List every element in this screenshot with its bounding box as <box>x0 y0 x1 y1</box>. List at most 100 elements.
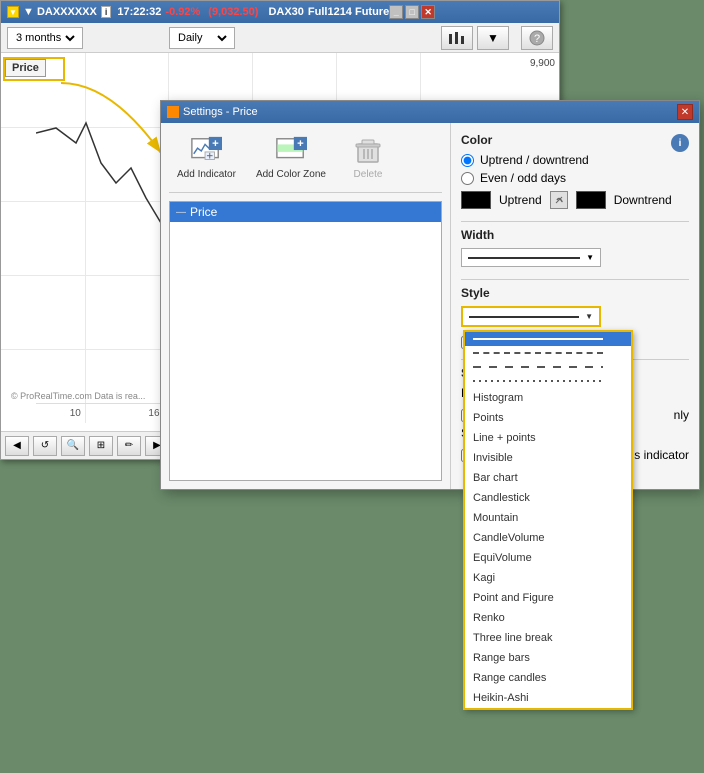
width-title: Width <box>461 228 494 242</box>
info-badge[interactable]: i <box>101 6 112 18</box>
uptrend-label: Uptrend / downtrend <box>480 153 589 167</box>
settings-titlebar: Settings - Price ✕ <box>161 101 699 123</box>
dropdown-heikin-ashi[interactable]: Heikin-Ashi <box>465 688 631 708</box>
downtrend-color-label: Downtrend <box>614 193 672 207</box>
dropdown-point-figure[interactable]: Point and Figure <box>465 588 631 608</box>
uptrend-swatch[interactable] <box>461 191 491 209</box>
heikin-ashi-label: Heikin-Ashi <box>473 692 529 704</box>
zoom-btn[interactable]: 🔍 <box>61 436 85 456</box>
dropdown-bar-chart[interactable]: Bar chart <box>465 468 631 488</box>
back-btn[interactable]: ◀ <box>5 436 29 456</box>
line-points-label: Line + points <box>473 432 536 444</box>
minimize-btn[interactable]: _ <box>389 5 403 19</box>
uptrend-radio[interactable] <box>461 154 474 167</box>
renko-label: Renko <box>473 612 505 624</box>
svg-text:+: + <box>297 138 304 150</box>
evenodd-label: Even / odd days <box>480 171 566 185</box>
width-select[interactable]: ▼ <box>461 248 601 267</box>
dashed2-icon <box>473 366 603 368</box>
style-title: Style <box>461 286 490 300</box>
point-figure-label: Point and Figure <box>473 592 554 604</box>
dropdown-invisible[interactable]: Invisible <box>465 448 631 468</box>
dropdown-equivolume[interactable]: EquiVolume <box>465 548 631 568</box>
kagi-label: Kagi <box>473 572 495 584</box>
points-label: Points <box>473 412 504 424</box>
evenodd-radio[interactable] <box>461 172 474 185</box>
interval-select[interactable]: Daily Weekly <box>169 27 235 49</box>
add-color-zone-button[interactable]: + Add Color Zone <box>248 131 334 184</box>
add-color-zone-icon: + <box>275 135 307 167</box>
dropdown-solid[interactable] <box>465 332 631 346</box>
fwd-btn[interactable]: ↺ <box>33 436 57 456</box>
width-line-preview <box>468 257 580 259</box>
link-icon[interactable] <box>550 191 568 209</box>
evenodd-radio-row: Even / odd days <box>461 171 689 185</box>
axis-10: 10 <box>70 408 81 419</box>
color-info-btn[interactable]: i <box>671 134 689 152</box>
settings-close[interactable]: ✕ <box>677 104 693 120</box>
dropdown-three-line[interactable]: Three line break <box>465 628 631 648</box>
color-swatches-row: Uptrend Downtrend <box>461 191 689 209</box>
width-section: Width ▼ <box>461 228 689 267</box>
dropdown-range-bars[interactable]: Range bars <box>465 648 631 668</box>
add-color-zone-label: Add Color Zone <box>256 169 326 180</box>
histogram-label: Histogram <box>473 392 523 404</box>
settings-left-panel: + Add Indicator <box>161 123 451 489</box>
settings-title: Settings - Price <box>183 106 258 118</box>
chart-time: 17:22:32 <box>117 6 161 18</box>
maximize-btn[interactable]: □ <box>405 5 419 19</box>
chart-icon: ▼ <box>7 6 19 18</box>
delete-button[interactable]: Delete <box>338 131 398 184</box>
window-controls: _ □ ✕ <box>389 5 435 19</box>
period-select[interactable]: 3 months 1 month 6 months <box>7 27 83 49</box>
price-value: (9,032.50) <box>208 6 258 18</box>
dropdown-points[interactable]: Points <box>465 408 631 428</box>
extra-btn[interactable]: ? <box>521 26 553 50</box>
dropdown-line-points[interactable]: Line + points <box>465 428 631 448</box>
dropdown-dashed1[interactable] <box>465 346 631 360</box>
info-icon: i <box>679 138 682 149</box>
item-bullet: — <box>176 207 186 218</box>
dropdown-histogram[interactable]: Histogram <box>465 388 631 408</box>
item-price[interactable]: — Price <box>170 202 441 222</box>
dropdown-range-candles[interactable]: Range candles <box>465 668 631 688</box>
chart-type-btn[interactable] <box>441 26 473 50</box>
range-candles-label: Range candles <box>473 672 546 684</box>
width-dropdown-arrow: ▼ <box>586 253 594 262</box>
dropdown-kagi[interactable]: Kagi <box>465 568 631 588</box>
style-dropdown-menu: Histogram Points Line + points Invisible… <box>463 330 633 710</box>
axis-16: 16 <box>148 408 159 419</box>
grid-btn[interactable]: ⊞ <box>89 436 113 456</box>
add-indicator-button[interactable]: + Add Indicator <box>169 131 244 184</box>
draw-btn[interactable]: ✏ <box>117 436 141 456</box>
mountain-label: Mountain <box>473 512 518 524</box>
downtrend-swatch[interactable] <box>576 191 606 209</box>
dropdown-dashed2[interactable] <box>465 360 631 374</box>
dropdown-dotted[interactable] <box>465 374 631 388</box>
delete-icon <box>352 135 384 167</box>
solid-line-icon <box>473 338 603 340</box>
uptrend-radio-row: Uptrend / downtrend <box>461 153 689 167</box>
range-bars-label: Range bars <box>473 652 530 664</box>
dotted-icon <box>473 380 603 382</box>
dropdown-candlevolume[interactable]: CandleVolume <box>465 528 631 548</box>
dropdown-candlestick[interactable]: Candlestick <box>465 488 631 508</box>
settings-toolbar: + Add Indicator <box>169 131 442 193</box>
uptrend-color-label: Uptrend <box>499 193 542 207</box>
settings-btn[interactable]: ▼ <box>477 26 509 50</box>
divider2 <box>461 279 689 280</box>
svg-text:+: + <box>213 138 220 150</box>
bar-chart-label: Bar chart <box>473 472 518 484</box>
chart-toolbar: 3 months 1 month 6 months Daily Weekly ▼ <box>1 23 559 53</box>
price-change: -0.92% <box>165 6 200 18</box>
invisible-label: Invisible <box>473 452 513 464</box>
dropdown-renko[interactable]: Renko <box>465 608 631 628</box>
style-line-preview <box>469 316 579 318</box>
full-name: Full1214 Future <box>308 6 389 18</box>
chart-title: ▼ DAXXXXXX <box>23 6 97 18</box>
style-select[interactable]: ▼ <box>461 306 601 327</box>
close-btn[interactable]: ✕ <box>421 5 435 19</box>
dropdown-mountain[interactable]: Mountain <box>465 508 631 528</box>
color-section: Color i Uptrend / downtrend Even / odd d… <box>461 133 689 209</box>
chart-titlebar: ▼ ▼ DAXXXXXX i 17:22:32 -0.92% (9,032.50… <box>1 1 559 23</box>
